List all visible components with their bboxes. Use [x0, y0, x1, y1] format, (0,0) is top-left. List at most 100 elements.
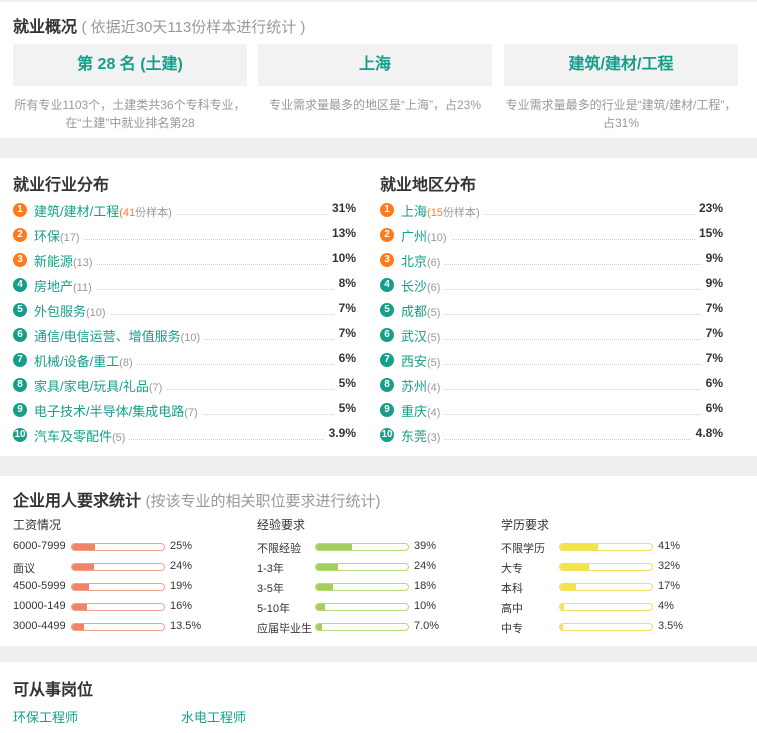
dotted-leader: [401, 339, 723, 340]
education-stat-row: 本科 17%: [501, 578, 721, 598]
industry-item-percent: 5%: [334, 401, 356, 415]
industry-item-percent: 5%: [334, 376, 356, 390]
salary-head: 工资情况: [13, 518, 62, 532]
salary-stat-value: 25%: [170, 540, 193, 552]
region-item-row: 10 东莞(3) 4.8%: [380, 423, 723, 448]
region-item-count: (4): [427, 382, 441, 394]
industry-item-count-unit: 份样本: [135, 207, 169, 219]
region-item-name-link[interactable]: 重庆(4): [401, 401, 445, 420]
salary-progress-fill: [72, 624, 85, 630]
experience-stat-row: 不限经验 39%: [257, 538, 477, 558]
region-item-count-value: 15: [430, 207, 443, 219]
employment-overview-section: 就业概况 ( 依据近30天113份样本进行统计 ) 第 28 名 (土建) 所有…: [0, 2, 757, 138]
industry-item-name: 家具/家电/玩具/礼品: [34, 379, 149, 394]
industry-item-count: (10): [180, 332, 201, 344]
salary-stat-label: 3000-4499: [13, 620, 66, 632]
overview-rank-desc: 所有专业1103个，土建类共36个专科专业，在“土建”中就业排名第28: [14, 98, 246, 130]
region-item-row: 7 西安(5) 7%: [380, 348, 723, 373]
salary-stat-row: 10000-149 16%: [13, 598, 233, 618]
salary-stat-label: 4500-5999: [13, 580, 66, 592]
job-link-plumbing-electrical-engineer[interactable]: 水电工程师: [181, 707, 246, 726]
salary-progress-bar: [71, 583, 165, 591]
rank-number-badge: 5: [13, 303, 27, 317]
industry-item-name-link[interactable]: 电子技术/半导体/集成电路(7): [34, 401, 202, 420]
education-progress-bar: [559, 583, 653, 591]
region-title: 就业地区分布: [380, 177, 477, 194]
region-item-name-link[interactable]: 武汉(5): [401, 326, 445, 345]
region-item-name: 广州: [401, 229, 428, 244]
industry-item-row: 10 汽车及零配件(5) 3.9%: [13, 423, 356, 448]
industry-item-name-link[interactable]: 建筑/建材/工程(41份样本): [34, 201, 176, 220]
rank-number-badge: 3: [380, 253, 394, 267]
industry-item-name-link[interactable]: 外包服务(10): [34, 301, 110, 320]
industry-item-count: (17): [60, 232, 80, 244]
industry-item-percent: 3.9%: [324, 426, 356, 440]
experience-stats: 经验要求 不限经验 39% 1-3年 24% 3-5年 18% 5-10年 10% 应届毕业生 7…: [257, 516, 477, 638]
region-item-percent: 4.8%: [691, 426, 723, 440]
overview-industry-box: 建筑/建材/工程: [504, 44, 738, 86]
experience-stat-value: 24%: [414, 560, 437, 572]
industry-item-row: 6 通信/电信运营、增值服务(10) 7%: [13, 323, 356, 348]
region-item-row: 3 北京(6) 9%: [380, 248, 723, 273]
rank-number-badge: 2: [380, 228, 394, 242]
industry-item-row: 2 环保(17) 13%: [13, 223, 356, 248]
region-item-name-link[interactable]: 苏州(4): [401, 376, 445, 395]
region-item-name-link[interactable]: 长沙(6): [401, 276, 445, 295]
industry-item-row: 8 家具/家电/玩具/礼品(7) 5%: [13, 373, 356, 398]
salary-stat-value: 19%: [170, 580, 193, 592]
salary-progress-bar: [71, 623, 165, 631]
industry-item-name-link[interactable]: 家具/家电/玩具/礼品(7): [34, 376, 167, 395]
region-item-name-link[interactable]: 上海(15份样本): [401, 201, 484, 220]
rank-number-badge: 10: [380, 428, 394, 442]
experience-progress-fill: [316, 604, 326, 610]
salary-stat-value: 24%: [170, 560, 193, 572]
education-stat-row: 大专 32%: [501, 558, 721, 578]
region-item-name-link[interactable]: 西安(5): [401, 351, 445, 370]
overview-region-box: 上海: [258, 44, 492, 86]
industry-item-name-link[interactable]: 汽车及零配件(5): [34, 426, 130, 445]
region-item-name-link[interactable]: 成都(5): [401, 301, 445, 320]
industry-item-count: (11): [73, 282, 92, 294]
region-item-row: 4 长沙(6) 9%: [380, 273, 723, 298]
salary-progress-bar: [71, 563, 165, 571]
job-link-environmental-engineer[interactable]: 环保工程师: [13, 707, 78, 726]
dotted-leader: [401, 414, 723, 415]
industry-item-name-link[interactable]: 通信/电信运营、增值服务(10): [34, 326, 205, 345]
region-item-percent: 15%: [694, 226, 723, 240]
industry-item-percent: 13%: [327, 226, 356, 240]
experience-progress-bar: [315, 543, 409, 551]
region-item-name: 重庆: [401, 404, 428, 419]
rank-number-badge: 9: [380, 403, 394, 417]
industry-item-name-link[interactable]: 房地产(11): [34, 276, 96, 295]
dotted-leader: [401, 439, 723, 440]
overview-title-text: 就业概况: [13, 19, 78, 36]
industry-item-count: (7): [148, 382, 163, 394]
experience-head: 经验要求: [257, 518, 306, 532]
industry-item-name-link[interactable]: 机械/设备/重工(8): [34, 351, 137, 370]
industry-item-count-value: 41: [122, 207, 136, 219]
industry-item-count: (7): [184, 407, 198, 419]
overview-subtitle: ( 依据近30天113份样本进行统计 ): [81, 19, 306, 36]
rank-number-badge: 6: [380, 328, 394, 342]
industry-list: 1 建筑/建材/工程(41份样本) 31% 2 环保(17) 13% 3 新能源(13) 10%…: [13, 198, 356, 448]
industry-item-name-link[interactable]: 环保(17): [34, 226, 84, 245]
industry-item-name: 建筑/建材/工程: [34, 204, 120, 219]
rank-number-badge: 3: [13, 253, 27, 267]
salary-stat-label: 10000-149: [13, 600, 66, 612]
salary-progress-fill: [72, 584, 90, 590]
rank-number-badge: 8: [13, 378, 27, 392]
region-item-count: (15份样本): [427, 207, 480, 219]
industry-item-name-link[interactable]: 新能源(13): [34, 251, 97, 270]
region-item-name-link[interactable]: 北京(6): [401, 251, 445, 270]
education-stat-value: 4%: [658, 600, 674, 612]
salary-progress-fill: [72, 544, 95, 550]
rank-number-badge: 1: [380, 203, 394, 217]
industry-item-name: 房地产: [34, 279, 74, 294]
region-item-name-link[interactable]: 东莞(3): [401, 426, 445, 445]
overview-title: 就业概况 ( 依据近30天113份样本进行统计 ): [13, 13, 305, 37]
region-item-percent: 7%: [701, 326, 723, 340]
region-item-name-link[interactable]: 广州(10): [401, 226, 451, 245]
region-item-percent: 7%: [701, 301, 723, 315]
region-item-name: 苏州: [401, 379, 428, 394]
education-stat-label: 不限学历: [501, 543, 545, 555]
